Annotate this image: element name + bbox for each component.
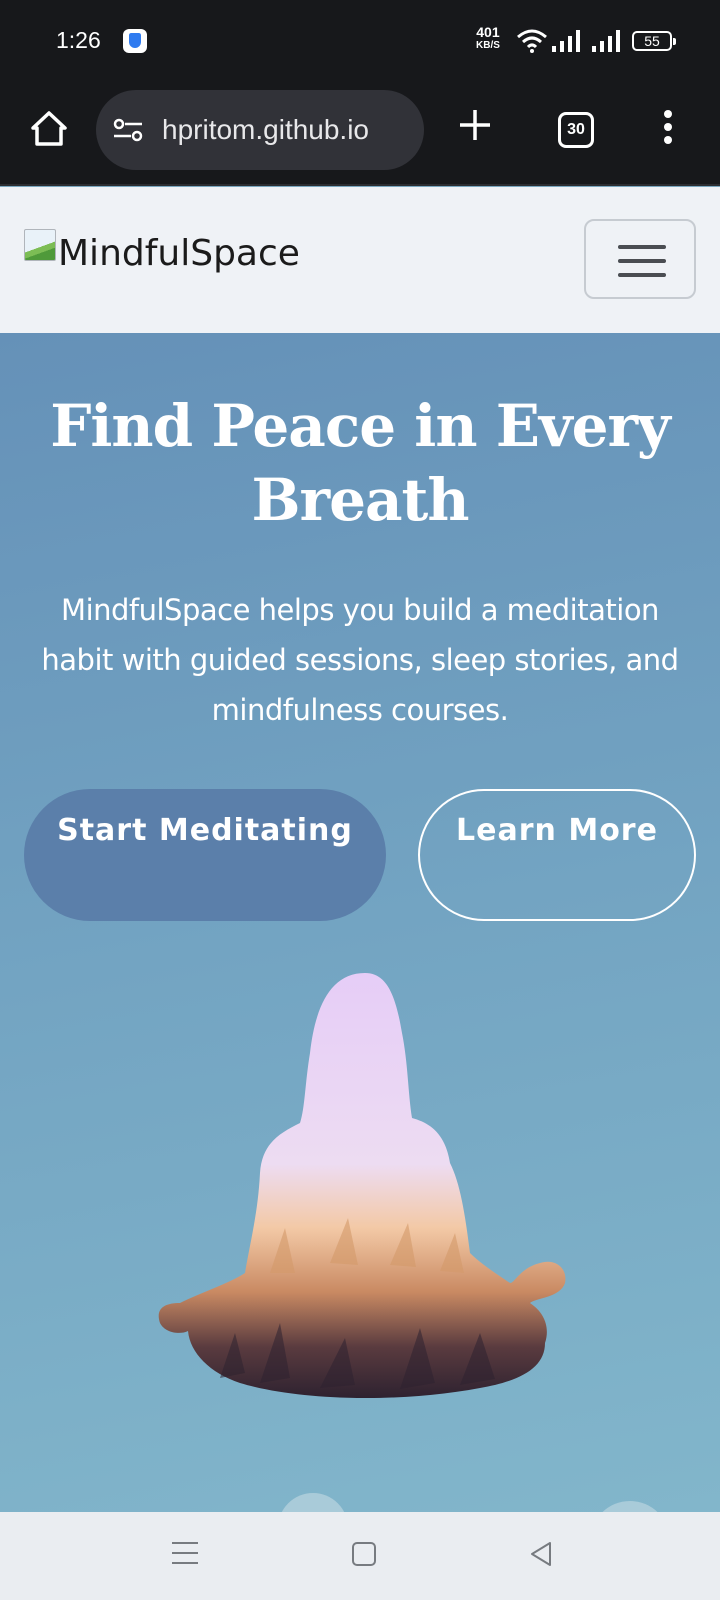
hero-description: MindfulSpace helps you build a meditatio… xyxy=(41,593,679,727)
brand-logo[interactable]: MindfulSpace xyxy=(24,229,300,274)
meditation-illustration xyxy=(158,973,566,1399)
status-time: 1:26 xyxy=(56,27,101,53)
hero-section: Find Peace in Every Breath MindfulSpace … xyxy=(0,333,720,1513)
network-speed: 401 KB/S xyxy=(476,24,500,52)
site-settings-icon[interactable] xyxy=(112,117,144,143)
browser-toolbar: hpritom.github.io 30 xyxy=(0,82,720,186)
start-meditating-button[interactable]: Start Meditating xyxy=(24,789,386,921)
back-icon[interactable] xyxy=(528,1540,554,1568)
signal-icon xyxy=(592,30,620,52)
url-text[interactable]: hpritom.github.io xyxy=(162,114,369,146)
battery-icon: 55 xyxy=(632,31,676,51)
home-square-icon[interactable] xyxy=(352,1542,376,1566)
wifi-icon xyxy=(517,29,547,53)
plus-icon[interactable] xyxy=(458,108,492,142)
recent-apps-icon[interactable] xyxy=(172,1542,198,1566)
brand-name[interactable]: MindfulSpace xyxy=(58,233,300,274)
network-speed-unit: KB/S xyxy=(476,40,500,51)
site-navbar: MindfulSpace xyxy=(0,187,720,333)
system-nav-bar xyxy=(0,1512,720,1600)
shield-icon xyxy=(123,29,147,53)
tabs-icon[interactable]: 30 xyxy=(558,112,594,148)
home-icon[interactable] xyxy=(28,108,70,150)
decorative-circle xyxy=(278,1493,348,1513)
broken-image-icon xyxy=(24,229,56,261)
more-vert-icon[interactable] xyxy=(660,110,676,150)
hamburger-icon[interactable] xyxy=(584,219,696,299)
status-bar: 1:26 401 KB/S 55 xyxy=(0,0,720,82)
network-speed-value: 401 xyxy=(476,24,500,40)
hero-title: Find Peace in Every Breath xyxy=(50,392,671,534)
address-bar[interactable]: hpritom.github.io xyxy=(96,90,424,170)
signal-icon xyxy=(552,30,580,52)
learn-more-button[interactable]: Learn More xyxy=(418,789,696,921)
